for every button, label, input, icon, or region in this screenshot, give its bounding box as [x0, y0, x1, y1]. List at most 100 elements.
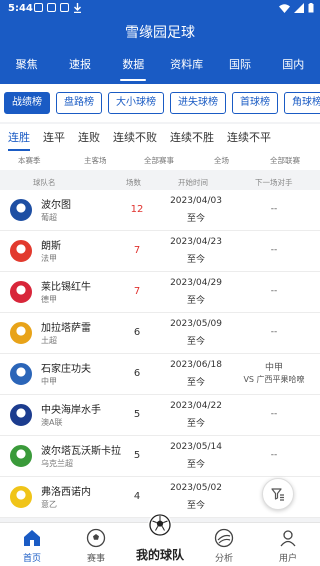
next-opponent: VS 广西平果哈嘹 [243, 375, 305, 384]
bottom-nav-user[interactable]: 用户 [256, 523, 320, 566]
start-date: 2023/04/23 [170, 237, 222, 247]
home-icon [24, 530, 40, 546]
next-opponent: -- [270, 286, 278, 296]
bottom-nav-label: 分析 [214, 554, 233, 564]
chip-over-under-ranking[interactable]: 大小球榜 [108, 92, 164, 114]
bottom-nav-analysis[interactable]: 分析 [192, 523, 256, 566]
next-opponent: -- [270, 327, 278, 337]
team-league: 澳A联 [41, 418, 63, 427]
chip-record-ranking[interactable]: 战绩榜 [4, 92, 50, 114]
subtab-unbeaten-streak[interactable]: 连续不败 [113, 126, 157, 150]
next-opponent: -- [270, 245, 278, 255]
next-opponent: -- [270, 409, 278, 419]
start-date: 2023/05/02 [170, 483, 222, 493]
bottom-nav-my-team[interactable]: 我的球队 [128, 513, 192, 566]
team-league: 法甲 [41, 254, 57, 263]
analysis-icon [214, 528, 234, 548]
team-badge-icon [10, 281, 32, 303]
table-row[interactable]: 波尔图 葡超 12 2023/04/03 至今 -- [0, 190, 320, 231]
my-team-ball-icon [148, 513, 172, 537]
table-row[interactable]: 中央海岸水手 澳A联 5 2023/04/22 至今 -- [0, 395, 320, 436]
streak-count: 6 [133, 327, 141, 338]
start-date: 2023/04/29 [170, 278, 222, 288]
system-icons [279, 3, 314, 13]
end-date: 至今 [186, 255, 205, 265]
tab-database[interactable]: 资料库 [160, 48, 213, 84]
bottom-nav-label: 用户 [278, 554, 297, 564]
start-date: 2023/06/18 [170, 360, 222, 370]
next-opponent: -- [270, 204, 278, 214]
team-name: 朗斯 [41, 241, 61, 252]
filter-fab-button[interactable] [262, 478, 294, 510]
bottom-nav-home[interactable]: 首页 [0, 523, 64, 566]
team-list: 波尔图 葡超 12 2023/04/03 至今 -- 朗斯 法甲 7 2023/… [0, 190, 320, 518]
table-row[interactable]: 朗斯 法甲 7 2023/04/23 至今 -- [0, 231, 320, 272]
streak-count: 7 [133, 286, 141, 297]
start-date: 2023/05/14 [170, 442, 222, 452]
filter-half[interactable]: 全场 [214, 155, 229, 166]
team-badge-icon [10, 240, 32, 262]
team-badge-icon [10, 322, 32, 344]
team-badge-icon [10, 363, 32, 385]
bottom-nav-matches[interactable]: 赛事 [64, 523, 128, 566]
table-row[interactable]: 加拉塔萨雷 土超 6 2023/05/09 至今 -- [0, 313, 320, 354]
header-team: 球队名 [33, 178, 56, 187]
team-name: 加拉塔萨雷 [41, 323, 91, 334]
notification-icon [34, 3, 43, 12]
subtab-draw-streak[interactable]: 连平 [43, 126, 65, 150]
start-date: 2023/05/09 [170, 319, 222, 329]
end-date: 至今 [186, 337, 205, 347]
app-title: 雪缘园足球 [0, 18, 320, 48]
table-row[interactable]: 波尔塔瓦沃斯卡拉 乌克兰超 5 2023/05/14 至今 -- [0, 436, 320, 477]
chip-handicap-ranking[interactable]: 盘路榜 [56, 92, 102, 114]
tab-domestic[interactable]: 国内 [267, 48, 320, 84]
team-name: 波尔图 [41, 200, 71, 211]
notification-icon [60, 3, 69, 12]
streak-tabs: 连胜 连平 连败 连续不败 连续不胜 连续不平 [0, 124, 320, 152]
chip-goals-ranking[interactable]: 进失球榜 [170, 92, 226, 114]
filter-icon [271, 488, 284, 501]
team-name: 莱比锡红牛 [41, 282, 91, 293]
tab-data[interactable]: 数据 [107, 48, 160, 84]
filter-venue[interactable]: 主客场 [84, 155, 107, 166]
header-count: 场数 [126, 178, 141, 187]
table-header: 球队名 场数 开始时间 下一场对手 [0, 172, 320, 190]
download-icon [73, 3, 82, 14]
tab-focus[interactable]: 聚焦 [0, 48, 53, 84]
streak-count: 12 [130, 204, 144, 215]
status-bar: 5:44 [0, 0, 320, 18]
start-date: 2023/04/22 [170, 401, 222, 411]
chip-first-goal-ranking[interactable]: 首球榜 [232, 92, 278, 114]
tab-international[interactable]: 国际 [213, 48, 266, 84]
chip-corner-ranking[interactable]: 角球榜 [284, 92, 320, 114]
streak-count: 7 [133, 245, 141, 256]
team-league: 乌克兰超 [41, 459, 73, 468]
end-date: 至今 [186, 378, 205, 388]
ranking-chips: 战绩榜 盘路榜 大小球榜 进失球榜 首球榜 角球榜 [0, 84, 320, 122]
subtab-win-streak[interactable]: 连胜 [8, 126, 30, 151]
start-date: 2023/04/03 [170, 196, 222, 206]
table-row[interactable]: 莱比锡红牛 德甲 7 2023/04/29 至今 -- [0, 272, 320, 313]
team-league: 德甲 [41, 295, 57, 304]
streak-count: 5 [133, 450, 141, 461]
team-name: 弗洛西诺内 [41, 487, 91, 498]
streak-count: 4 [133, 491, 141, 502]
header-next-opponent: 下一场对手 [255, 178, 293, 187]
header-start: 开始时间 [178, 178, 208, 187]
tab-express[interactable]: 速报 [53, 48, 106, 84]
bottom-nav-label: 我的球队 [135, 548, 184, 562]
team-badge-icon [10, 445, 32, 467]
streak-count: 6 [133, 368, 141, 379]
end-date: 至今 [186, 460, 205, 470]
next-opponent: -- [270, 450, 278, 460]
subtab-drawless-streak[interactable]: 连续不平 [227, 126, 271, 150]
end-date: 至今 [186, 419, 205, 429]
filter-leagues[interactable]: 全部联赛 [270, 155, 300, 166]
filter-season[interactable]: 本赛季 [18, 155, 41, 166]
bottom-nav-label: 赛事 [86, 554, 105, 564]
subtab-loss-streak[interactable]: 连败 [78, 126, 100, 150]
subtab-winless-streak[interactable]: 连续不胜 [170, 126, 214, 150]
user-icon [280, 530, 296, 547]
filter-events[interactable]: 全部赛事 [144, 155, 174, 166]
table-row[interactable]: 石家庄功夫 中甲 6 2023/06/18 至今 中甲 VS 广西平果哈嘹 [0, 354, 320, 395]
